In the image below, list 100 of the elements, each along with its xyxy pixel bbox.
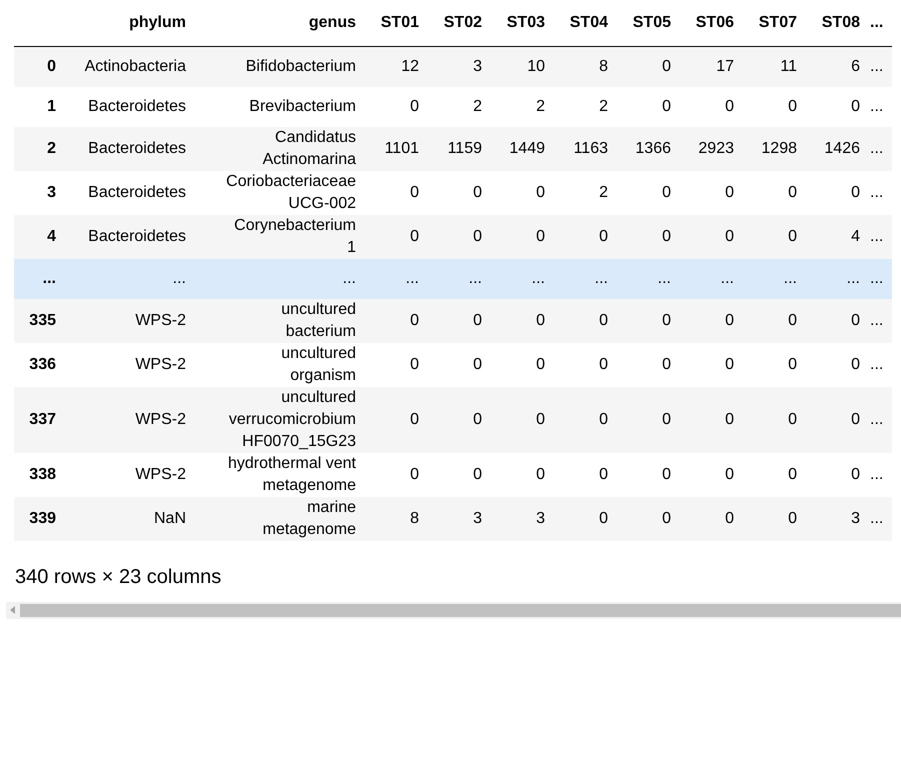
table-cell: 0 (679, 298, 742, 342)
table-cell: Bacteroidetes (64, 86, 194, 126)
table-cell: 11 (742, 46, 805, 86)
table-cell: 0 (490, 298, 553, 342)
table-cell: 1449 (490, 126, 553, 170)
table-cell: ... (868, 258, 892, 298)
table-cell: 0 (805, 386, 868, 452)
row-index: 337 (14, 386, 64, 452)
row-index: 338 (14, 452, 64, 496)
table-cell: 6 (805, 46, 868, 86)
table-cell: 0 (616, 342, 679, 386)
table-cell: 2 (427, 86, 490, 126)
table-cell: 0 (616, 170, 679, 214)
table-cell: 0 (679, 86, 742, 126)
table-cell: WPS-2 (64, 298, 194, 342)
table-cell: 3 (427, 496, 490, 540)
table-cell: 0 (427, 170, 490, 214)
row-index: 0 (14, 46, 64, 86)
table-cell: ... (868, 386, 892, 452)
table-cell: ... (364, 258, 427, 298)
table-cell: Brevibacterium (194, 86, 364, 126)
row-index: 2 (14, 126, 64, 170)
table-cell: 8 (364, 496, 427, 540)
table-cell: 0 (742, 452, 805, 496)
table-cell: 0 (616, 86, 679, 126)
table-cell: 0 (742, 386, 805, 452)
row-index: 1 (14, 86, 64, 126)
table-cell: 0 (805, 342, 868, 386)
table-cell: 0 (490, 342, 553, 386)
table-cell: 0 (553, 298, 616, 342)
table-cell: 0 (742, 170, 805, 214)
table-cell: 0 (679, 214, 742, 258)
table-cell: ... (868, 46, 892, 86)
table-cell: Bacteroidetes (64, 170, 194, 214)
table-cell: Corynebacterium 1 (194, 214, 364, 258)
scroll-left-icon[interactable] (10, 606, 16, 614)
table-cell: 0 (679, 170, 742, 214)
table-cell: 1159 (427, 126, 490, 170)
table-cell: 1101 (364, 126, 427, 170)
table-cell: 0 (742, 496, 805, 540)
table-cell: 0 (364, 298, 427, 342)
table-cell: 3 (427, 46, 490, 86)
table-cell: 10 (490, 46, 553, 86)
table-cell: ... (616, 258, 679, 298)
table-cell: ... (868, 342, 892, 386)
table-cell: ... (868, 214, 892, 258)
table-cell: ... (868, 298, 892, 342)
table-cell: ... (868, 86, 892, 126)
table-cell: 1426 (805, 126, 868, 170)
table-cell: ... (679, 258, 742, 298)
table-cell: marine metagenome (194, 496, 364, 540)
table-cell: 1366 (616, 126, 679, 170)
table-cell: 0 (805, 86, 868, 126)
table-cell: Actinobacteria (64, 46, 194, 86)
table-cell: ... (805, 258, 868, 298)
row-index: 3 (14, 170, 64, 214)
table-cell: 0 (490, 170, 553, 214)
table-cell: Bacteroidetes (64, 126, 194, 170)
table-cell: 0 (364, 386, 427, 452)
table-cell: 0 (553, 386, 616, 452)
table-cell: ... (868, 496, 892, 540)
table-cell: 0 (364, 170, 427, 214)
row-index: 335 (14, 298, 64, 342)
row-index: 4 (14, 214, 64, 258)
table-cell: 0 (805, 452, 868, 496)
table-cell: Candidatus Actinomarina (194, 126, 364, 170)
table-cell: 0 (805, 170, 868, 214)
table-cell: 0 (490, 386, 553, 452)
table-cell: 0 (616, 298, 679, 342)
table-cell: 0 (364, 342, 427, 386)
table-cell: ... (427, 258, 490, 298)
table-cell: 0 (616, 496, 679, 540)
scrollbar-thumb[interactable] (20, 604, 901, 616)
table-cell: 0 (553, 452, 616, 496)
table-cell: 12 (364, 46, 427, 86)
table-cell: 0 (427, 386, 490, 452)
table-cell: 2 (553, 86, 616, 126)
table-cell: 0 (616, 214, 679, 258)
table-cell: 0 (742, 342, 805, 386)
table-cell: 0 (427, 214, 490, 258)
table-cell: ... (742, 258, 805, 298)
row-index: ... (14, 258, 64, 298)
table-cell: ... (194, 258, 364, 298)
table-cell: 0 (553, 342, 616, 386)
table-cell: Bacteroidetes (64, 214, 194, 258)
table-cell: 2 (553, 170, 616, 214)
table-cell: 0 (679, 496, 742, 540)
table-cell: 1163 (553, 126, 616, 170)
table-cell: 0 (679, 452, 742, 496)
table-cell: ... (868, 170, 892, 214)
table-cell: 0 (490, 214, 553, 258)
table-cell: 3 (805, 496, 868, 540)
table-cell: Coriobacteriaceae UCG-002 (194, 170, 364, 214)
table-cell: 0 (553, 214, 616, 258)
table-cell: 0 (364, 452, 427, 496)
table-cell: 17 (679, 46, 742, 86)
table-cell: 0 (553, 496, 616, 540)
table-cell: 0 (679, 342, 742, 386)
table-cell: 0 (742, 214, 805, 258)
table-cell: 0 (742, 298, 805, 342)
